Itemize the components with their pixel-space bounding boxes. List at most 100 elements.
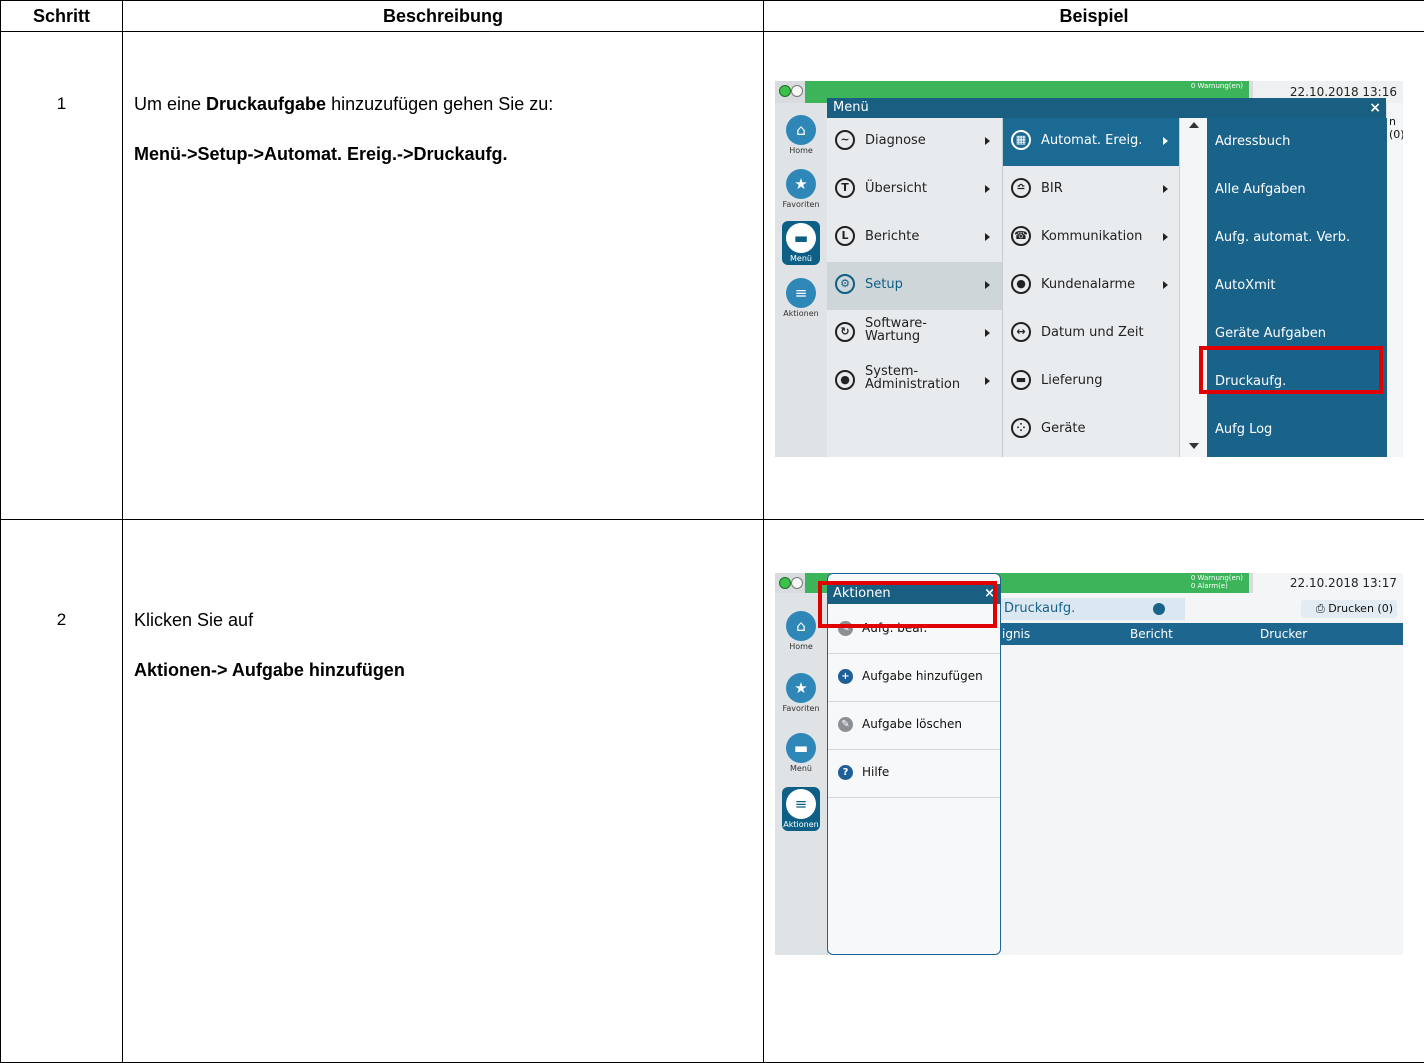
print-label: Drucken (0) bbox=[1328, 602, 1393, 615]
menu-item-aufg-automat-verb[interactable]: Aufg. automat. Verb. bbox=[1207, 214, 1387, 262]
menu-item-label: Automat. Ereig. bbox=[1041, 133, 1142, 148]
nav-favoriten[interactable]: ★Favoriten bbox=[782, 673, 820, 713]
scroll-up-icon[interactable] bbox=[1189, 122, 1199, 128]
user-icon: ● bbox=[835, 370, 855, 390]
instruction-table: Schritt Beschreibung Beispiel 1 Um eine … bbox=[0, 0, 1424, 1063]
menu-item-system-administration[interactable]: ● System- Administration bbox=[827, 358, 1002, 406]
breadcrumb[interactable]: Druckaufg. bbox=[1000, 598, 1185, 620]
bell-icon: ● bbox=[1011, 274, 1031, 294]
warning-count: 0 Warnung(en) bbox=[1191, 574, 1243, 582]
breadcrumb-label: Druckaufg. bbox=[1004, 601, 1075, 616]
chevron-right-icon bbox=[985, 185, 990, 193]
menu-item-automat-ereig[interactable]: ▦Automat. Ereig. bbox=[1003, 118, 1180, 166]
action-hilfe[interactable]: ? Hilfe bbox=[828, 750, 1000, 798]
menu-item-label: Setup bbox=[865, 277, 903, 292]
table-header-row: Schritt Beschreibung Beispiel bbox=[1, 1, 1424, 32]
nav-menu[interactable]: ▬Menü bbox=[782, 221, 820, 265]
date-display: 22.10.2018 13:17 bbox=[1253, 573, 1403, 593]
action-label: Aufgabe löschen bbox=[862, 717, 962, 731]
nav-home[interactable]: ⌂Home bbox=[782, 115, 820, 155]
menu-item-adressbuch[interactable]: Adressbuch bbox=[1207, 118, 1387, 166]
menu-column-1: ~Diagnose TÜbersicht L Berichte ⚙ Setup ↻S… bbox=[827, 118, 1002, 457]
step-number: 1 bbox=[1, 32, 123, 520]
pencil-icon: ✎ bbox=[838, 717, 853, 732]
chevron-down-icon[interactable] bbox=[1153, 603, 1165, 615]
menu-tag-icon: ▬ bbox=[786, 733, 816, 763]
menu-item-kommunikation[interactable]: ☎Kommunikation bbox=[1003, 214, 1180, 262]
menu-item-kundenalarme[interactable]: ●Kundenalarme bbox=[1003, 262, 1180, 310]
chevron-right-icon bbox=[1163, 185, 1168, 193]
step-number: 2 bbox=[1, 520, 123, 1063]
menu-item-label: Berichte bbox=[865, 229, 919, 244]
nav-label: Favoriten bbox=[782, 200, 820, 209]
nav-label: Home bbox=[782, 642, 820, 651]
action-label: Aufgabe hinzufügen bbox=[862, 669, 983, 683]
nav-home[interactable]: ⌂Home bbox=[782, 611, 820, 651]
nav-label: Aktionen bbox=[782, 309, 820, 318]
menu-item-bir[interactable]: ≏ BIR bbox=[1003, 166, 1180, 214]
left-nav: ⌂Home ★Favoriten ▬Menü ≡Aktionen bbox=[775, 103, 828, 457]
menu-item-label: Geräte bbox=[1041, 421, 1085, 436]
menu-tag-icon: ▬ bbox=[786, 223, 816, 253]
screenshot-menu: 0 Warnung(en) 22.10.2018 13:16 n (0) ⌂Ho… bbox=[775, 81, 1403, 457]
star-icon: ★ bbox=[786, 169, 816, 199]
print-button[interactable]: ⎙ Drucken (0) bbox=[1301, 600, 1397, 618]
menu-item-berichte[interactable]: L Berichte bbox=[827, 214, 1002, 262]
action-aufgabe-loeschen[interactable]: ✎ Aufgabe löschen bbox=[828, 702, 1000, 750]
status-light-icon bbox=[779, 85, 791, 97]
status-light-icon bbox=[791, 85, 803, 97]
scroll-down-icon[interactable] bbox=[1189, 443, 1199, 449]
menu-header: Menü × bbox=[827, 98, 1386, 118]
plus-icon: + bbox=[838, 669, 853, 684]
menu-column-3: Adressbuch Alle Aufgaben Aufg. automat. … bbox=[1207, 118, 1387, 457]
menu-path: Menü->Setup->Automat. Ereig.->Druckaufg. bbox=[134, 144, 508, 164]
menu-item-label: BIR bbox=[1041, 181, 1063, 196]
chevron-right-icon bbox=[985, 329, 990, 337]
highlight-box bbox=[818, 581, 997, 628]
step-description: Um eine Druckaufgabe hinzuzufügen gehen … bbox=[123, 32, 764, 520]
balance-icon: ≏ bbox=[1011, 178, 1031, 198]
list-icon: ≡ bbox=[786, 789, 816, 819]
menu-item-software-wartung[interactable]: ↻Software- Wartung bbox=[827, 310, 1002, 358]
home-icon: ⌂ bbox=[786, 611, 816, 641]
nav-favoriten[interactable]: ★Favoriten bbox=[782, 169, 820, 209]
menu-item-diagnose[interactable]: ~Diagnose bbox=[827, 118, 1002, 166]
status-light-icon bbox=[779, 577, 791, 589]
menu-item-label: System- Administration bbox=[865, 365, 960, 391]
nav-label: Menü bbox=[782, 254, 820, 263]
nav-aktionen[interactable]: ≡Aktionen bbox=[782, 278, 820, 318]
action-aufgabe-hinzufuegen[interactable]: + Aufgabe hinzufügen bbox=[828, 654, 1000, 702]
help-icon: ? bbox=[838, 765, 853, 780]
clock-icon: L bbox=[835, 226, 855, 246]
chevron-right-icon bbox=[985, 281, 990, 289]
nav-label: Favoriten bbox=[782, 704, 820, 713]
home-icon: ⌂ bbox=[786, 115, 816, 145]
menu-item-autoxmit[interactable]: AutoXmit bbox=[1207, 262, 1387, 310]
devices-icon: ⁘ bbox=[1011, 418, 1031, 438]
menu-item-setup[interactable]: ⚙ Setup bbox=[827, 262, 1002, 310]
menu-title: Menü bbox=[833, 100, 869, 115]
menu-item-label: Software- Wartung bbox=[865, 317, 927, 343]
menu-item-uebersicht[interactable]: TÜbersicht bbox=[827, 166, 1002, 214]
chevron-right-icon bbox=[985, 233, 990, 241]
gear-icon: ⚙ bbox=[835, 274, 855, 294]
nav-menu[interactable]: ▬Menü bbox=[782, 733, 820, 773]
menu-item-geraete[interactable]: ⁘ Geräte bbox=[1003, 406, 1180, 454]
highlight-box bbox=[1199, 346, 1383, 394]
chevron-right-icon bbox=[1163, 137, 1168, 145]
table-row: 1 Um eine Druckaufgabe hinzuzufügen gehe… bbox=[1, 32, 1424, 520]
table-header: ignis Bericht Drucker bbox=[1000, 623, 1403, 645]
menu-item-datum-und-zeit[interactable]: ↔Datum und Zeit bbox=[1003, 310, 1180, 358]
menu-item-lieferung[interactable]: ▬Lieferung bbox=[1003, 358, 1180, 406]
close-icon[interactable]: × bbox=[1369, 98, 1381, 118]
step-description: Klicken Sie auf Aktionen-> Aufgabe hinzu… bbox=[123, 520, 764, 1063]
example-cell: 0 Warnung(en)0 Alarm(e) 22.10.2018 13:17… bbox=[764, 520, 1424, 1063]
menu-item-alle-aufgaben[interactable]: Alle Aufgaben bbox=[1207, 166, 1387, 214]
menu-item-aufg-log[interactable]: Aufg Log bbox=[1207, 406, 1387, 454]
column-header: Drucker bbox=[1260, 623, 1307, 645]
chevron-right-icon bbox=[985, 377, 990, 385]
menu-column-2: ▦Automat. Ereig. ≏ BIR ☎Kommunikation ●Ku… bbox=[1002, 118, 1180, 457]
scrollbar[interactable] bbox=[1179, 118, 1208, 457]
action-label: Hilfe bbox=[862, 765, 889, 779]
nav-aktionen[interactable]: ≡Aktionen bbox=[782, 787, 820, 831]
